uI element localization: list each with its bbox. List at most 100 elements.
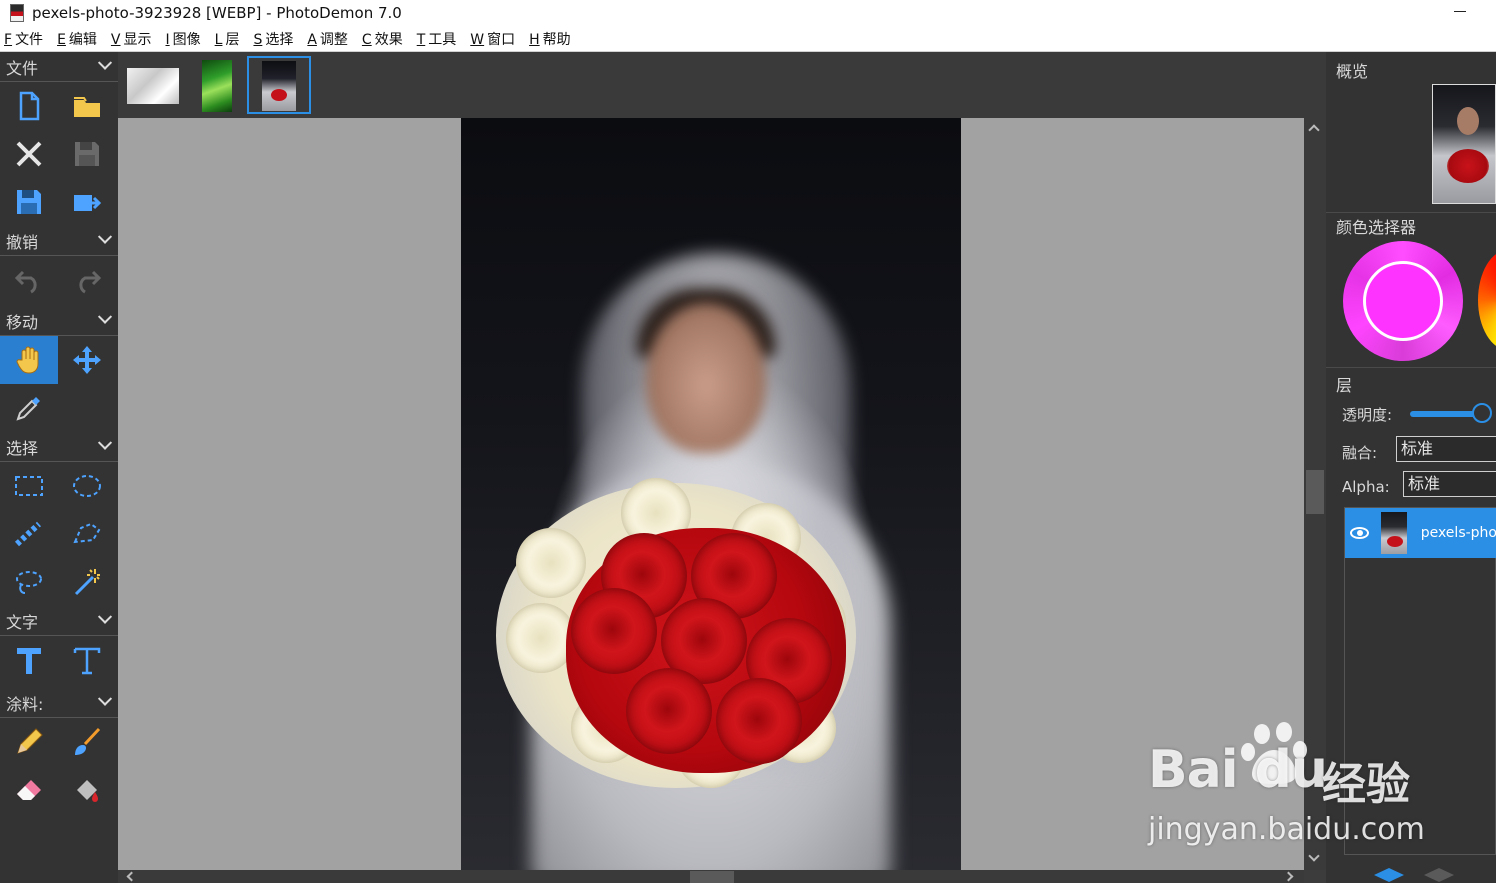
layer-list: pexels-pho	[1344, 507, 1496, 855]
layers-title: 层	[1336, 376, 1353, 395]
section-move[interactable]: 移动	[0, 306, 118, 336]
rectangle-select-icon	[15, 476, 43, 496]
overview-title: 概览	[1336, 62, 1369, 81]
menu-adjust[interactable]: A 调整	[307, 29, 348, 49]
vertical-scroll-thumb[interactable]	[1306, 470, 1324, 514]
layer-row[interactable]: pexels-pho	[1345, 508, 1496, 558]
polygon-select-button[interactable]	[58, 510, 116, 558]
move-tool-button[interactable]	[58, 336, 116, 384]
pencil-button[interactable]	[0, 718, 58, 766]
opacity-slider[interactable]	[1410, 411, 1480, 417]
vertical-scrollbar[interactable]	[1304, 118, 1326, 870]
color-swatch-wheel[interactable]	[1343, 241, 1463, 361]
alpha-label: Alpha:	[1342, 478, 1390, 496]
chevron-down-icon	[97, 309, 113, 324]
lasso-select-button[interactable]	[0, 558, 58, 606]
scroll-up-icon[interactable]	[1308, 124, 1320, 136]
image-tab-3[interactable]	[247, 56, 311, 114]
thumbnail-photo-2	[202, 60, 232, 112]
overview-thumbnail[interactable]	[1432, 84, 1496, 204]
ellipse-select-button[interactable]	[58, 462, 116, 510]
close-icon	[16, 141, 42, 167]
text-tool-button[interactable]	[0, 636, 58, 684]
redo-icon	[79, 270, 102, 294]
menu-tools[interactable]: T 工具	[417, 29, 457, 49]
hand-icon	[16, 346, 39, 374]
menu-select[interactable]: S 选择	[253, 29, 293, 49]
undo-button[interactable]	[0, 256, 58, 304]
chevron-down-icon	[97, 229, 113, 244]
opacity-slider-handle[interactable]	[1472, 403, 1492, 423]
color-picker-title: 颜色选择器	[1336, 218, 1417, 237]
image-tab-1[interactable]	[122, 56, 180, 114]
save-as-button[interactable]	[0, 178, 58, 226]
redo-button[interactable]	[58, 256, 116, 304]
thumbnail-photo-3	[262, 61, 296, 111]
line-select-button[interactable]	[0, 510, 58, 558]
hue-wheel[interactable]	[1478, 250, 1496, 350]
minimize-button[interactable]	[1446, 2, 1476, 24]
pencil-icon	[17, 728, 43, 754]
canvas-viewport[interactable]	[118, 118, 1304, 870]
move-arrows-icon	[73, 346, 101, 374]
rect-select-button[interactable]	[0, 462, 58, 510]
section-file[interactable]: 文件	[0, 52, 118, 82]
hand-tool-button[interactable]	[0, 336, 58, 384]
menu-view[interactable]: V 显示	[111, 29, 152, 49]
menu-effects[interactable]: C 效果	[362, 29, 403, 49]
layer-actions	[1374, 868, 1454, 882]
menu-window[interactable]: W 窗口	[470, 29, 515, 49]
layer-down-icon[interactable]	[1424, 868, 1454, 882]
menu-edit[interactable]: E 编辑	[57, 29, 97, 49]
image-tab-2[interactable]	[186, 56, 244, 114]
image-canvas[interactable]	[461, 118, 961, 870]
right-panel: 概览 颜色选择器 层 透明度: 融合: 标准 Alpha: 标准 pexels-…	[1326, 52, 1496, 883]
chevron-down-icon	[97, 691, 113, 706]
typography-tool-button[interactable]	[58, 636, 116, 684]
section-select[interactable]: 选择	[0, 432, 118, 462]
undo-icon	[14, 270, 37, 294]
close-file-button[interactable]	[0, 130, 58, 178]
horizontal-scroll-thumb[interactable]	[690, 871, 734, 883]
chevron-down-icon	[97, 609, 113, 624]
eye-icon[interactable]	[1350, 527, 1369, 539]
menu-image[interactable]: I 图像	[166, 29, 201, 49]
section-undo[interactable]: 撤销	[0, 226, 118, 256]
line-select-icon	[14, 521, 42, 547]
ellipse-select-icon	[73, 475, 101, 497]
save-button[interactable]	[58, 130, 116, 178]
lasso-icon	[16, 571, 42, 594]
open-file-button[interactable]	[58, 82, 116, 130]
export-icon	[74, 195, 102, 211]
current-color-swatch[interactable]	[1363, 261, 1443, 341]
layer-name: pexels-pho	[1420, 525, 1496, 541]
magic-wand-button[interactable]	[58, 558, 116, 606]
photodemon-window: pexels-photo-3923928 [WEBP] - PhotoDemon…	[0, 0, 1496, 883]
title-bar: pexels-photo-3923928 [WEBP] - PhotoDemon…	[0, 0, 1496, 26]
eraser-button[interactable]	[0, 766, 58, 814]
eyedropper-icon	[16, 397, 40, 421]
scroll-left-icon[interactable]	[126, 871, 137, 882]
eraser-icon	[17, 780, 41, 800]
section-text[interactable]: 文字	[0, 606, 118, 636]
new-file-button[interactable]	[0, 82, 58, 130]
fill-button[interactable]	[58, 766, 116, 814]
horizontal-scrollbar[interactable]	[118, 870, 1304, 883]
opacity-label: 透明度:	[1342, 406, 1393, 424]
export-button[interactable]	[58, 178, 116, 226]
opacity-row: 透明度:	[1342, 404, 1392, 425]
scroll-right-icon[interactable]	[1283, 871, 1294, 882]
eyedropper-button[interactable]	[0, 384, 58, 432]
app-icon	[10, 4, 24, 22]
brush-button[interactable]	[58, 718, 116, 766]
section-paint[interactable]: 涂料:	[0, 688, 118, 718]
alpha-mode-select[interactable]: 标准	[1403, 471, 1496, 497]
menu-file[interactable]: F 文件	[4, 29, 43, 49]
layer-up-icon[interactable]	[1374, 868, 1404, 882]
save-as-icon	[17, 190, 41, 214]
menu-help[interactable]: H 帮助	[529, 29, 571, 49]
menu-bar: F 文件 E 编辑 V 显示 I 图像 L层 S 选择 A 调整 C 效果 T 工具 W 窗口 H…	[0, 26, 1496, 52]
blend-mode-select[interactable]: 标准	[1396, 436, 1496, 462]
menu-layer[interactable]: L层	[215, 29, 240, 49]
scroll-down-icon[interactable]	[1308, 850, 1320, 862]
